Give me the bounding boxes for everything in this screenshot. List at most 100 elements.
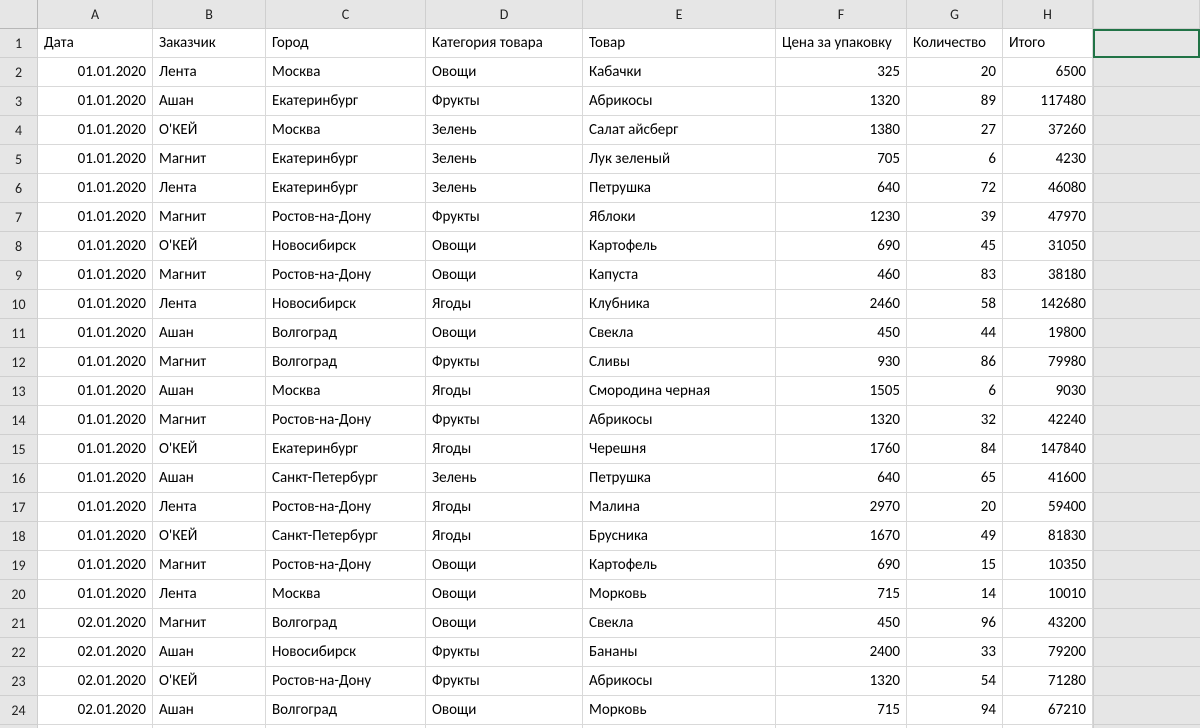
cell-G23[interactable]: 54: [907, 667, 1003, 696]
cell-A21[interactable]: 02.01.2020: [38, 609, 153, 638]
cell-B8[interactable]: О'КЕЙ: [153, 232, 266, 261]
cell-C13[interactable]: Москва: [266, 377, 426, 406]
cell-E4[interactable]: Салат айсберг: [583, 116, 776, 145]
cell-H15[interactable]: 147840: [1003, 435, 1093, 464]
cell-F1[interactable]: Цена за упаковку: [776, 29, 907, 58]
cell-A13[interactable]: 01.01.2020: [38, 377, 153, 406]
cell-A1[interactable]: Дата: [38, 29, 153, 58]
cell-C18[interactable]: Санкт-Петербург: [266, 522, 426, 551]
cell-F21[interactable]: 450: [776, 609, 907, 638]
cell-B20[interactable]: Лента: [153, 580, 266, 609]
cell-D4[interactable]: Зелень: [426, 116, 583, 145]
cell-G13[interactable]: 6: [907, 377, 1003, 406]
cell-A4[interactable]: 01.01.2020: [38, 116, 153, 145]
cell-H2[interactable]: 6500: [1003, 58, 1093, 87]
cell-F24[interactable]: 715: [776, 696, 907, 725]
row-header-8[interactable]: 8: [0, 232, 38, 261]
cell-G11[interactable]: 44: [907, 319, 1003, 348]
cell-H17[interactable]: 59400: [1003, 493, 1093, 522]
cell-F2[interactable]: 325: [776, 58, 907, 87]
cell-F11[interactable]: 450: [776, 319, 907, 348]
cell-B11[interactable]: Ашан: [153, 319, 266, 348]
cell-I1[interactable]: [1093, 29, 1200, 58]
cell-E21[interactable]: Свекла: [583, 609, 776, 638]
cell-C3[interactable]: Екатеринбург: [266, 87, 426, 116]
cell-A8[interactable]: 01.01.2020: [38, 232, 153, 261]
cell-B24[interactable]: Ашан: [153, 696, 266, 725]
cell-F10[interactable]: 2460: [776, 290, 907, 319]
cell-A9[interactable]: 01.01.2020: [38, 261, 153, 290]
row-header-1[interactable]: 1: [0, 29, 38, 58]
cell-C9[interactable]: Ростов-на-Дону: [266, 261, 426, 290]
cell-F14[interactable]: 1320: [776, 406, 907, 435]
cell-B22[interactable]: Ашан: [153, 638, 266, 667]
cell-B19[interactable]: Магнит: [153, 551, 266, 580]
cell-D20[interactable]: Овощи: [426, 580, 583, 609]
cell-A5[interactable]: 01.01.2020: [38, 145, 153, 174]
cell-B13[interactable]: Ашан: [153, 377, 266, 406]
cell-D19[interactable]: Овощи: [426, 551, 583, 580]
cell-G17[interactable]: 20: [907, 493, 1003, 522]
cell-D9[interactable]: Овощи: [426, 261, 583, 290]
cell-E19[interactable]: Картофель: [583, 551, 776, 580]
cell-F19[interactable]: 690: [776, 551, 907, 580]
cell-D13[interactable]: Ягоды: [426, 377, 583, 406]
cell-F6[interactable]: 640: [776, 174, 907, 203]
cell-B1[interactable]: Заказчик: [153, 29, 266, 58]
cell-A14[interactable]: 01.01.2020: [38, 406, 153, 435]
cell-A2[interactable]: 01.01.2020: [38, 58, 153, 87]
cell-E1[interactable]: Товар: [583, 29, 776, 58]
row-header-3[interactable]: 3: [0, 87, 38, 116]
cell-F20[interactable]: 715: [776, 580, 907, 609]
cell-G2[interactable]: 20: [907, 58, 1003, 87]
cell-H16[interactable]: 41600: [1003, 464, 1093, 493]
cell-B23[interactable]: О'КЕЙ: [153, 667, 266, 696]
col-header-C[interactable]: C: [266, 0, 426, 29]
cell-D10[interactable]: Ягоды: [426, 290, 583, 319]
cell-G5[interactable]: 6: [907, 145, 1003, 174]
cell-F5[interactable]: 705: [776, 145, 907, 174]
cell-F23[interactable]: 1320: [776, 667, 907, 696]
col-header-B[interactable]: B: [153, 0, 266, 29]
cell-H8[interactable]: 31050: [1003, 232, 1093, 261]
cell-G24[interactable]: 94: [907, 696, 1003, 725]
cell-E24[interactable]: Морковь: [583, 696, 776, 725]
cell-B9[interactable]: Магнит: [153, 261, 266, 290]
cell-G19[interactable]: 15: [907, 551, 1003, 580]
row-header-19[interactable]: 19: [0, 551, 38, 580]
cell-E9[interactable]: Капуста: [583, 261, 776, 290]
cell-A6[interactable]: 01.01.2020: [38, 174, 153, 203]
cell-D6[interactable]: Зелень: [426, 174, 583, 203]
cell-D17[interactable]: Ягоды: [426, 493, 583, 522]
row-header-5[interactable]: 5: [0, 145, 38, 174]
cell-E17[interactable]: Малина: [583, 493, 776, 522]
cell-G21[interactable]: 96: [907, 609, 1003, 638]
cell-B10[interactable]: Лента: [153, 290, 266, 319]
cell-F22[interactable]: 2400: [776, 638, 907, 667]
cell-D23[interactable]: Фрукты: [426, 667, 583, 696]
row-header-15[interactable]: 15: [0, 435, 38, 464]
cell-C14[interactable]: Ростов-на-Дону: [266, 406, 426, 435]
cell-C22[interactable]: Новосибирск: [266, 638, 426, 667]
cell-F18[interactable]: 1670: [776, 522, 907, 551]
cell-F9[interactable]: 460: [776, 261, 907, 290]
cell-E5[interactable]: Лук зеленый: [583, 145, 776, 174]
cell-G4[interactable]: 27: [907, 116, 1003, 145]
cell-E10[interactable]: Клубника: [583, 290, 776, 319]
row-header-11[interactable]: 11: [0, 319, 38, 348]
cell-B17[interactable]: Лента: [153, 493, 266, 522]
cell-D15[interactable]: Ягоды: [426, 435, 583, 464]
row-header-13[interactable]: 13: [0, 377, 38, 406]
cell-A23[interactable]: 02.01.2020: [38, 667, 153, 696]
cell-D1[interactable]: Категория товара: [426, 29, 583, 58]
cell-B3[interactable]: Ашан: [153, 87, 266, 116]
cell-C16[interactable]: Санкт-Петербург: [266, 464, 426, 493]
cell-H3[interactable]: 117480: [1003, 87, 1093, 116]
cell-B18[interactable]: О'КЕЙ: [153, 522, 266, 551]
spreadsheet-grid[interactable]: ABCDEFGH1ДатаЗаказчикГородКатегория това…: [0, 0, 1200, 728]
cell-H5[interactable]: 4230: [1003, 145, 1093, 174]
cell-H22[interactable]: 79200: [1003, 638, 1093, 667]
cell-B16[interactable]: Ашан: [153, 464, 266, 493]
cell-D22[interactable]: Фрукты: [426, 638, 583, 667]
cell-E20[interactable]: Морковь: [583, 580, 776, 609]
